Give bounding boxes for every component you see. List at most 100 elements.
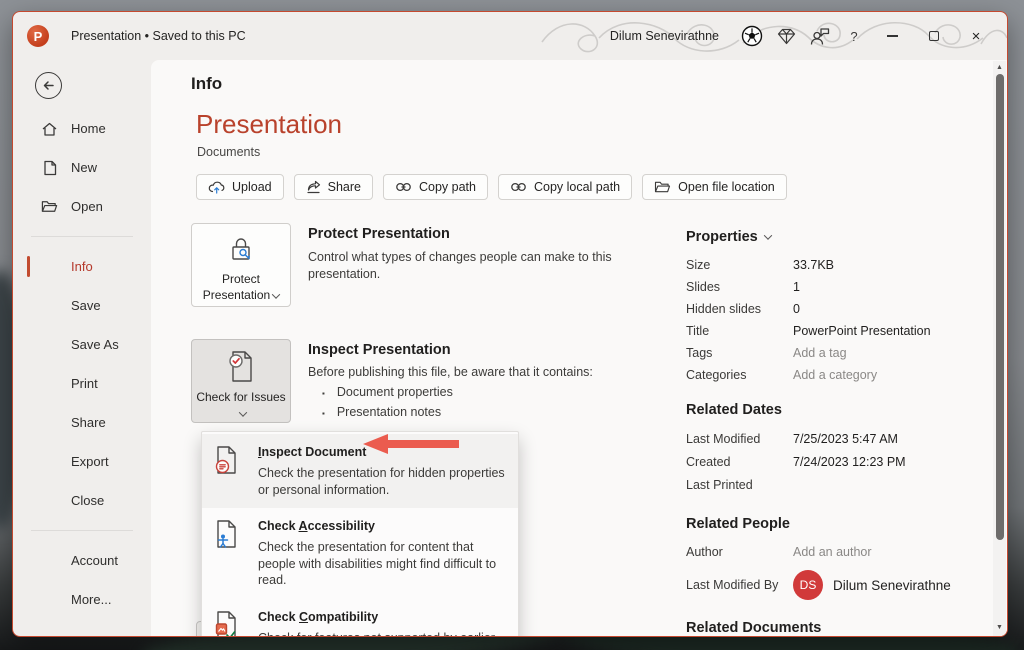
sidebar-item-print[interactable]: Print xyxy=(13,364,151,403)
feedback-icon[interactable] xyxy=(803,21,837,51)
inspect-section-title: Inspect Presentation xyxy=(308,342,451,358)
sidebar-item-label: Export xyxy=(71,454,109,469)
sidebar-item-more[interactable]: More... xyxy=(13,580,151,619)
date-row-last-modified: Last Modified 7/25/2023 5:47 AM xyxy=(686,431,898,446)
open-file-location-label: Open file location xyxy=(678,180,775,194)
vertical-scrollbar[interactable]: ▲ ▼ xyxy=(993,61,1006,636)
sidebar-item-info[interactable]: Info xyxy=(13,247,151,286)
menu-item-description: Check for features not supported by earl… xyxy=(258,630,510,637)
link-icon xyxy=(510,181,527,193)
sidebar-divider xyxy=(31,530,133,531)
menu-item-check-accessibility[interactable]: Check Accessibility Check the presentati… xyxy=(202,508,518,599)
sidebar-item-save-as[interactable]: Save As xyxy=(13,325,151,364)
sidebar-item-label: Save As xyxy=(71,337,119,352)
copy-local-path-button[interactable]: Copy local path xyxy=(497,174,633,200)
related-documents-heading: Related Documents xyxy=(686,620,822,636)
bullet-icon: ▪ xyxy=(322,409,325,418)
property-row-title: Title PowerPoint Presentation xyxy=(686,324,931,338)
sidebar-item-export[interactable]: Export xyxy=(13,442,151,481)
property-value[interactable]: PowerPoint Presentation xyxy=(793,324,931,338)
desktop-wallpaper: P Presentation • Saved to this PC Dilum … xyxy=(0,0,1024,650)
share-button[interactable]: Share xyxy=(293,174,373,200)
last-modified-by-row: Last Modified By DS Dilum Senevirathne xyxy=(686,570,986,600)
chevron-down-icon xyxy=(763,231,772,240)
scroll-down-arrow-icon[interactable]: ▼ xyxy=(996,621,1003,634)
related-people-heading: Related People xyxy=(686,516,790,532)
date-row-last-printed: Last Printed xyxy=(686,477,753,492)
protect-presentation-section: Protect Presentation Protect Presentatio… xyxy=(191,223,671,307)
menu-item-inspect-document[interactable]: Inspect Document Check the presentation … xyxy=(202,434,518,508)
sidebar-item-label: Close xyxy=(71,493,105,508)
author-row: Author Add an author xyxy=(686,545,872,559)
copy-path-button[interactable]: Copy path xyxy=(382,174,488,200)
powerpoint-logo-letter: P xyxy=(33,28,43,44)
document-title: Presentation xyxy=(196,109,342,139)
sidebar-item-label: Open xyxy=(71,199,103,214)
sidebar-item-save[interactable]: Save xyxy=(13,286,151,325)
info-content-pane: Info Presentation Documents Upload Share… xyxy=(151,60,1007,637)
powerpoint-logo-icon: P xyxy=(27,25,49,47)
help-icon[interactable]: ? xyxy=(837,21,871,51)
share-label: Share xyxy=(327,180,361,194)
inspect-bullet-item: ▪ Presentation notes xyxy=(308,405,648,419)
maximize-button[interactable] xyxy=(913,19,955,53)
copy-path-label: Copy path xyxy=(418,180,476,194)
premium-diamond-icon[interactable] xyxy=(769,21,803,51)
property-row-slides: Slides 1 xyxy=(686,280,800,294)
check-for-issues-button[interactable]: Check for Issues xyxy=(191,339,291,423)
property-value: 0 xyxy=(793,302,800,316)
menu-item-description: Check the presentation for hidden proper… xyxy=(258,466,505,497)
bullet-icon: ▪ xyxy=(322,389,325,398)
property-value: 33.7KB xyxy=(793,258,835,272)
sidebar-item-new[interactable]: New xyxy=(13,148,151,187)
sidebar-item-label: Share xyxy=(71,415,106,430)
close-button[interactable]: × xyxy=(955,19,997,53)
sidebar-item-account[interactable]: Account xyxy=(13,541,151,580)
properties-heading[interactable]: Properties xyxy=(686,229,986,245)
annotation-arrow xyxy=(363,434,459,454)
sidebar-item-close[interactable]: Close xyxy=(13,481,151,520)
menu-item-check-compatibility[interactable]: Check Compatibility Check for features n… xyxy=(202,599,518,637)
check-accessibility-icon xyxy=(214,517,244,589)
sidebar-item-open[interactable]: Open xyxy=(13,187,151,226)
avatar[interactable]: DS xyxy=(793,570,823,600)
property-row-tags: Tags Add a tag xyxy=(686,346,847,360)
home-icon xyxy=(41,121,58,137)
document-check-icon xyxy=(224,349,258,385)
protect-section-description: Control what types of changes people can… xyxy=(308,250,612,282)
protect-presentation-button[interactable]: Protect Presentation xyxy=(191,223,291,307)
bullet-text: Presentation notes xyxy=(336,405,442,419)
scrollbar-thumb[interactable] xyxy=(995,74,1004,540)
property-value: 1 xyxy=(793,280,800,294)
property-row-categories: Categories Add a category xyxy=(686,368,878,382)
upload-button[interactable]: Upload xyxy=(196,174,284,200)
minimize-icon xyxy=(886,35,898,37)
sidebar-item-home[interactable]: Home xyxy=(13,109,151,148)
copy-local-path-label: Copy local path xyxy=(533,180,621,194)
account-avatar-soccer-icon[interactable] xyxy=(735,21,769,51)
minimize-button[interactable] xyxy=(871,19,913,53)
active-indicator xyxy=(27,256,30,277)
inspect-bullet-item: ▪ Document properties xyxy=(308,385,648,399)
bullet-text: Document properties xyxy=(336,385,453,399)
add-author-field[interactable]: Add an author xyxy=(793,545,872,559)
sidebar-item-label: Save xyxy=(71,298,101,313)
powerpoint-window: P Presentation • Saved to this PC Dilum … xyxy=(12,11,1008,637)
add-tag-field[interactable]: Add a tag xyxy=(793,346,847,360)
scroll-up-arrow-icon[interactable]: ▲ xyxy=(996,61,1003,74)
menu-item-title: Check Accessibility xyxy=(258,519,375,533)
backstage-sidebar: Home New Open Info Save Save As Print Sh… xyxy=(13,60,151,636)
check-for-issues-label: Check for Issues xyxy=(196,390,286,404)
lock-key-icon xyxy=(224,233,258,267)
add-category-field[interactable]: Add a category xyxy=(793,368,877,382)
cloud-upload-icon xyxy=(208,180,225,194)
last-modified-by-person[interactable]: Dilum Senevirathne xyxy=(833,578,951,593)
account-user-name[interactable]: Dilum Senevirathne xyxy=(610,29,719,43)
sidebar-divider xyxy=(31,236,133,237)
menu-item-title: Check Compatibility xyxy=(258,609,379,624)
link-icon xyxy=(395,181,412,193)
open-file-location-button[interactable]: Open file location xyxy=(642,174,787,200)
back-button[interactable] xyxy=(35,72,62,99)
sidebar-item-share[interactable]: Share xyxy=(13,403,151,442)
sidebar-item-label: New xyxy=(71,160,98,175)
